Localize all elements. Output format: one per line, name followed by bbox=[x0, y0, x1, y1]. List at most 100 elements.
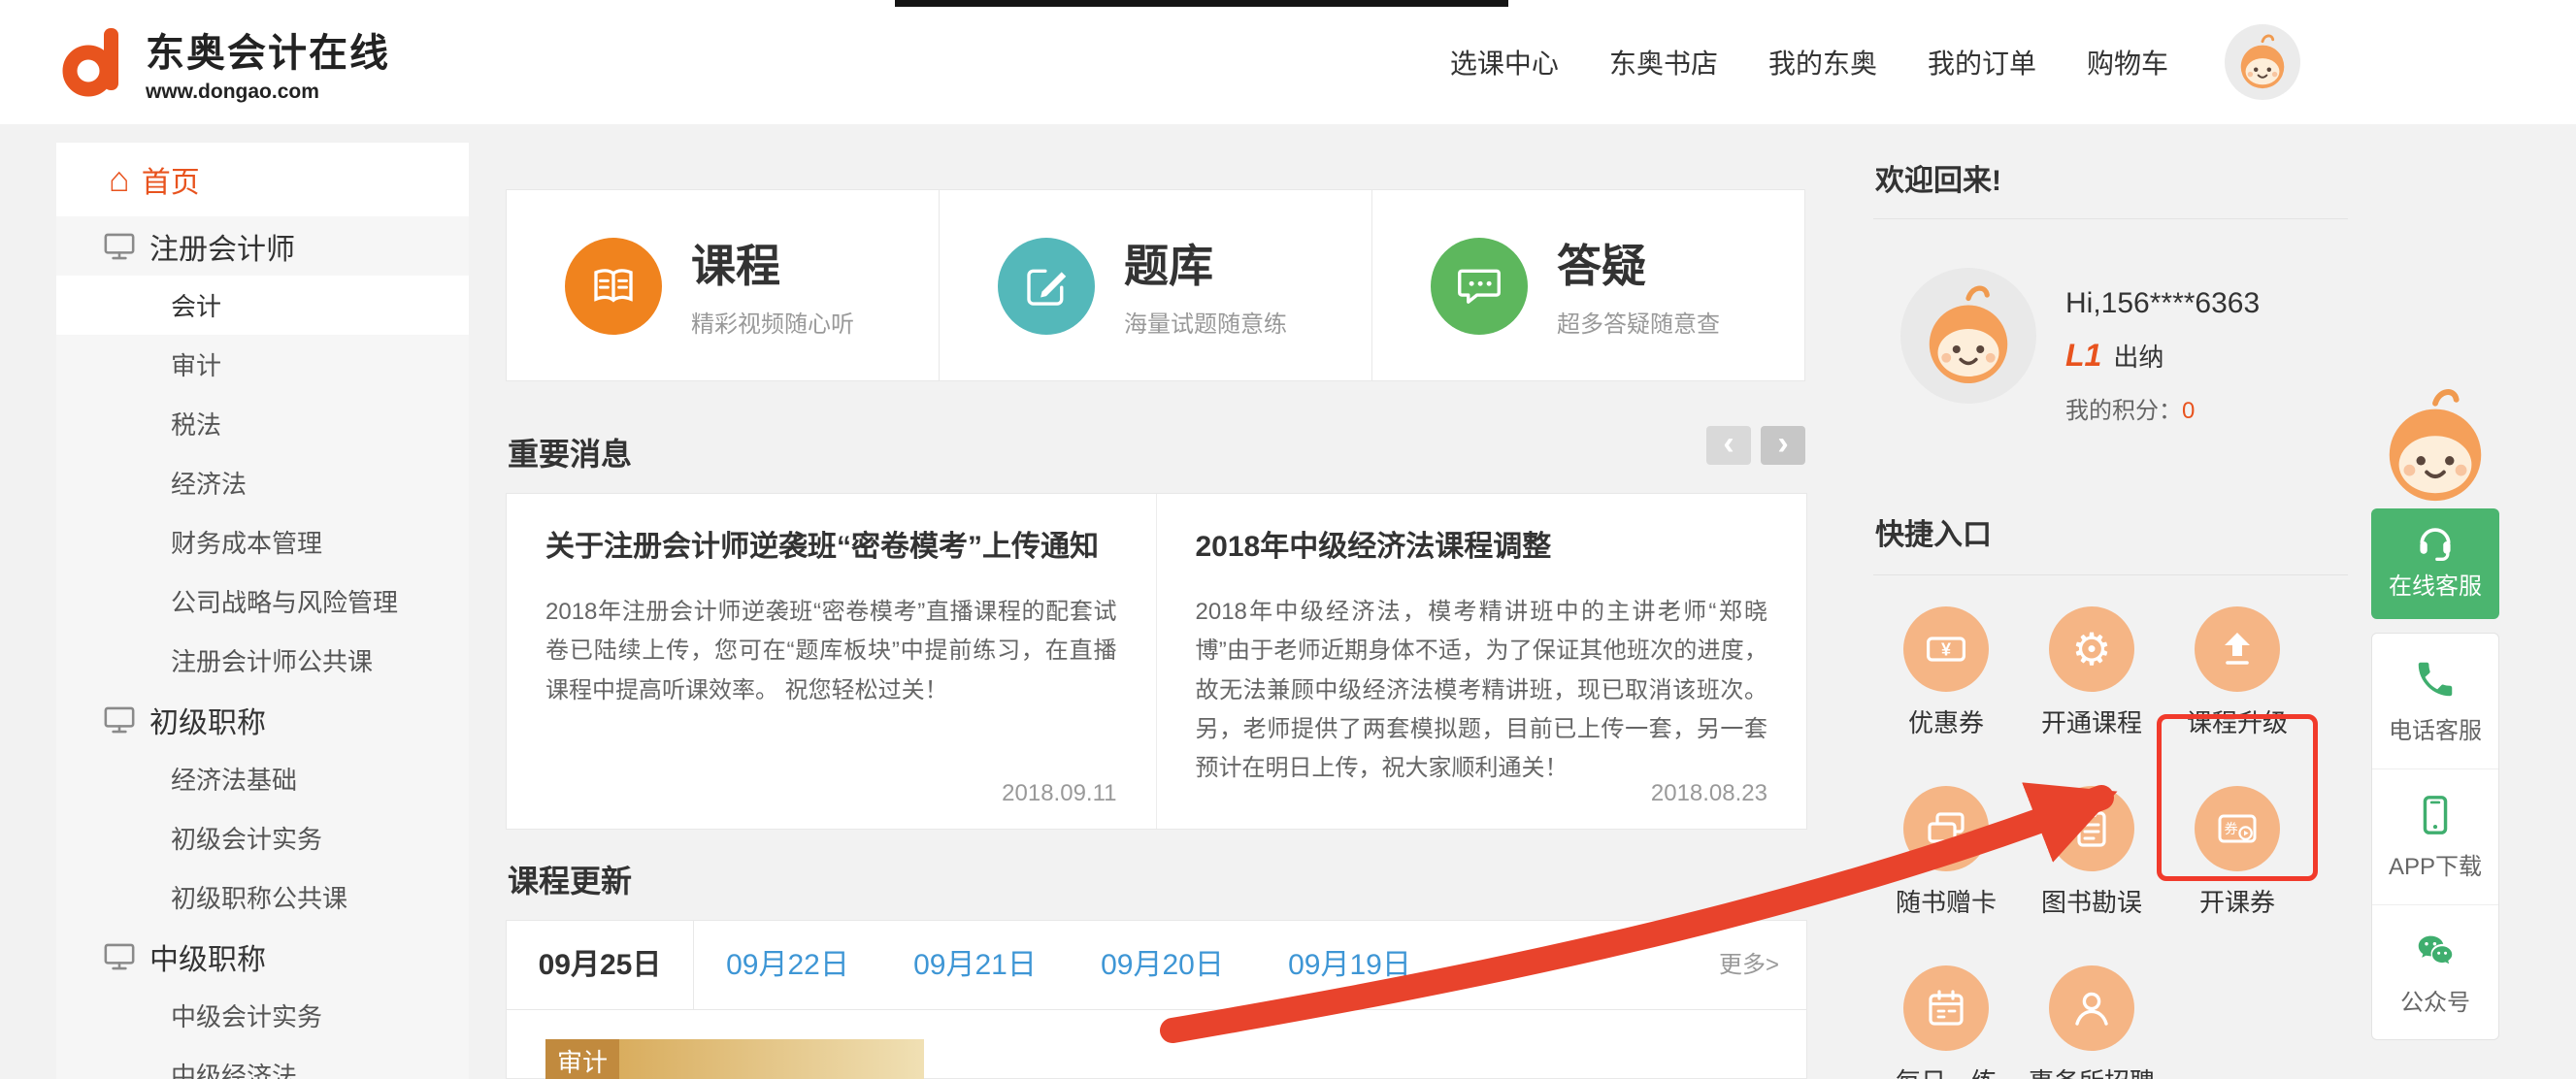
feature-card-qa[interactable]: 答疑 超多答疑随意查 bbox=[1371, 189, 1805, 381]
user-avatar[interactable] bbox=[1900, 268, 2036, 404]
level-title: 出纳 bbox=[2113, 338, 2163, 374]
site-header: 东奥会计在线 www.dongao.com 选课中心 东奥书店 我的东奥 我的订… bbox=[0, 0, 2576, 124]
sidebar-item-home[interactable]: ⌂ 首页 bbox=[56, 143, 469, 216]
tab-date-4[interactable]: 09月20日 bbox=[1069, 921, 1256, 1010]
sidebar-item-intermediate-practice[interactable]: 中级会计实务 bbox=[56, 986, 469, 1045]
quick-entry-grid: ¥ 优惠券 ⚙ 开通课程 课程升级 bbox=[1873, 606, 2320, 1079]
top-dark-strip bbox=[895, 0, 1508, 7]
gift-card-icon bbox=[1903, 786, 1989, 871]
sidebar-item-econ-law-basics[interactable]: 经济法基础 bbox=[56, 749, 469, 808]
quick-entry-activate-course[interactable]: ⚙ 开通课程 bbox=[2019, 606, 2164, 739]
header-avatar[interactable] bbox=[2225, 24, 2300, 100]
quick-entry-daily-practice[interactable]: 每日一练 bbox=[1873, 965, 2019, 1079]
online-service-button[interactable]: 在线客服 bbox=[2371, 508, 2499, 619]
sidebar-item-strategy-risk[interactable]: 公司战略与风险管理 bbox=[56, 572, 469, 631]
news-item[interactable]: 关于注册会计师逆袭班“密卷模考”上传通知 2018年注册会计师逆袭班“密卷模考”… bbox=[507, 494, 1157, 829]
quick-entry-course-voucher[interactable]: 券 开课券 bbox=[2164, 786, 2310, 919]
quick-entry-firm-recruiting[interactable]: 事务所招聘 bbox=[2019, 965, 2164, 1079]
more-link[interactable]: 更多> bbox=[1719, 921, 1779, 1010]
sidebar-section-cpa[interactable]: 注册会计师 bbox=[56, 216, 469, 276]
service-mascot bbox=[2374, 386, 2496, 513]
tab-date-5[interactable]: 09月19日 bbox=[1256, 921, 1443, 1010]
news-body: 2018年注册会计师逆袭班“密卷模考”直播课程的配套试卷已陆续上传，您可在“题库… bbox=[545, 593, 1117, 710]
nav-my-dongao[interactable]: 我的东奥 bbox=[1768, 43, 1877, 82]
page: 东奥会计在线 www.dongao.com 选课中心 东奥书店 我的东奥 我的订… bbox=[0, 0, 2576, 1079]
phone-service-button[interactable]: 电话客服 bbox=[2372, 634, 2498, 768]
date-tabbar: 09月25日 09月22日 09月21日 09月20日 09月19日 更多> bbox=[507, 921, 1806, 1010]
quick-entry-coupon[interactable]: ¥ 优惠券 bbox=[1873, 606, 2019, 739]
tab-date-2[interactable]: 09月22日 bbox=[694, 921, 881, 1010]
tab-date-1[interactable]: 09月25日 bbox=[507, 921, 694, 1010]
tab-date-3[interactable]: 09月21日 bbox=[881, 921, 1069, 1010]
news-body: 2018年中级经济法，模考精讲班中的主讲老师“郑晓博”由于老师近期身体不适，为了… bbox=[1196, 593, 1768, 789]
points-label: 我的积分： bbox=[2065, 398, 2182, 424]
course-update-row: 审计 bbox=[545, 1039, 924, 1079]
dongao-logo-icon bbox=[58, 22, 132, 103]
prev-arrow-button[interactable]: ‹ bbox=[1706, 426, 1751, 465]
gear-icon: ⚙ bbox=[2049, 606, 2134, 692]
feature-subtitle: 海量试题随意练 bbox=[1124, 305, 1287, 339]
service-stack: 电话客服 APP下载 公众号 bbox=[2371, 633, 2499, 1040]
course-title-bar bbox=[619, 1039, 924, 1079]
user-level: L1 出纳 bbox=[2065, 338, 2260, 374]
news-pager: ‹ › bbox=[1706, 426, 1805, 465]
feature-title: 课程 bbox=[691, 231, 780, 295]
news-date: 2018.08.23 bbox=[1651, 780, 1767, 807]
quick-entry-course-upgrade[interactable]: 课程升级 bbox=[2164, 606, 2310, 739]
sidebar-item-intermediate-econ-law[interactable]: 中级经济法 bbox=[56, 1045, 469, 1079]
app-download-button[interactable]: APP下载 bbox=[2372, 768, 2498, 903]
next-arrow-button[interactable]: › bbox=[1761, 426, 1805, 465]
points-value: 0 bbox=[2182, 398, 2195, 424]
svg-text:券: 券 bbox=[2225, 821, 2238, 836]
chat-icon bbox=[1431, 238, 1528, 335]
sidebar-item-junior-practice[interactable]: 初级会计实务 bbox=[56, 808, 469, 867]
news-item[interactable]: 2018年中级经济法课程调整 2018年中级经济法，模考精讲班中的主讲老师“郑晓… bbox=[1157, 494, 1807, 829]
nav-course-center[interactable]: 选课中心 bbox=[1450, 43, 1559, 82]
errata-icon bbox=[2049, 786, 2134, 871]
headset-icon bbox=[2414, 520, 2457, 563]
level-badge: L1 bbox=[2065, 338, 2101, 374]
wechat-icon bbox=[2413, 929, 2458, 973]
book-icon bbox=[565, 238, 662, 335]
quick-entry-errata[interactable]: 图书勘误 bbox=[2019, 786, 2164, 919]
welcome-heading: 欢迎回来! bbox=[1873, 143, 2348, 219]
quick-entry-gift-card[interactable]: 随书赠卡 bbox=[1873, 786, 2019, 919]
section-title: 初级职称 bbox=[149, 699, 266, 741]
course-subject-badge: 审计 bbox=[545, 1039, 619, 1079]
feature-card-question-bank[interactable]: 题库 海量试题随意练 bbox=[939, 189, 1372, 381]
sidebar: ⌂ 首页 注册会计师 会计 审计 税法 经济法 财务成本管理 公司战略与风险管理… bbox=[56, 143, 469, 1079]
nav-bookstore[interactable]: 东奥书店 bbox=[1609, 43, 1718, 82]
sidebar-item-tax-law[interactable]: 税法 bbox=[56, 394, 469, 453]
news-date: 2018.09.11 bbox=[1002, 780, 1116, 807]
feature-subtitle: 超多答疑随意查 bbox=[1557, 305, 1720, 339]
sidebar-section-junior[interactable]: 初级职称 bbox=[56, 690, 469, 749]
user-greeting: Hi,156****6363 bbox=[2065, 287, 2260, 320]
sidebar-item-economic-law[interactable]: 经济法 bbox=[56, 453, 469, 512]
site-logo[interactable]: 东奥会计在线 www.dongao.com bbox=[58, 21, 390, 104]
sidebar-item-financial-cost-mgmt[interactable]: 财务成本管理 bbox=[56, 512, 469, 572]
sidebar-section-intermediate[interactable]: 中级职称 bbox=[56, 927, 469, 986]
brand-name: 东奥会计在线 bbox=[146, 21, 390, 78]
sidebar-home-label: 首页 bbox=[142, 158, 200, 201]
news-panel: 关于注册会计师逆袭班“密卷模考”上传通知 2018年注册会计师逆袭班“密卷模考”… bbox=[506, 493, 1807, 830]
news-title: 关于注册会计师逆袭班“密卷模考”上传通知 bbox=[545, 527, 1117, 568]
sidebar-item-auditing[interactable]: 审计 bbox=[56, 335, 469, 394]
nav-my-orders[interactable]: 我的订单 bbox=[1928, 43, 2036, 82]
feature-card-courses[interactable]: 课程 精彩视频随心听 bbox=[506, 189, 940, 381]
mascot-icon bbox=[1914, 281, 2023, 390]
sidebar-item-accounting[interactable]: 会计 bbox=[56, 276, 469, 335]
coupon-icon: ¥ bbox=[1903, 606, 1989, 692]
mobile-icon bbox=[2413, 793, 2458, 837]
nav-cart[interactable]: 购物车 bbox=[2087, 43, 2168, 82]
mascot-icon bbox=[2232, 32, 2293, 92]
header-nav: 选课中心 东奥书店 我的东奥 我的订单 购物车 bbox=[1450, 0, 2300, 124]
logo-text: 东奥会计在线 www.dongao.com bbox=[146, 21, 390, 104]
main-content: 课程 精彩视频随心听 题库 海量试题随意练 bbox=[506, 143, 1807, 1079]
sidebar-item-cpa-public[interactable]: 注册会计师公共课 bbox=[56, 631, 469, 690]
person-icon bbox=[2049, 965, 2134, 1051]
course-voucher-icon: 券 bbox=[2195, 786, 2280, 871]
section-title: 注册会计师 bbox=[149, 225, 295, 268]
pencil-icon bbox=[998, 238, 1095, 335]
sidebar-item-junior-public[interactable]: 初级职称公共课 bbox=[56, 867, 469, 927]
wechat-official-button[interactable]: 公众号 bbox=[2372, 904, 2498, 1039]
